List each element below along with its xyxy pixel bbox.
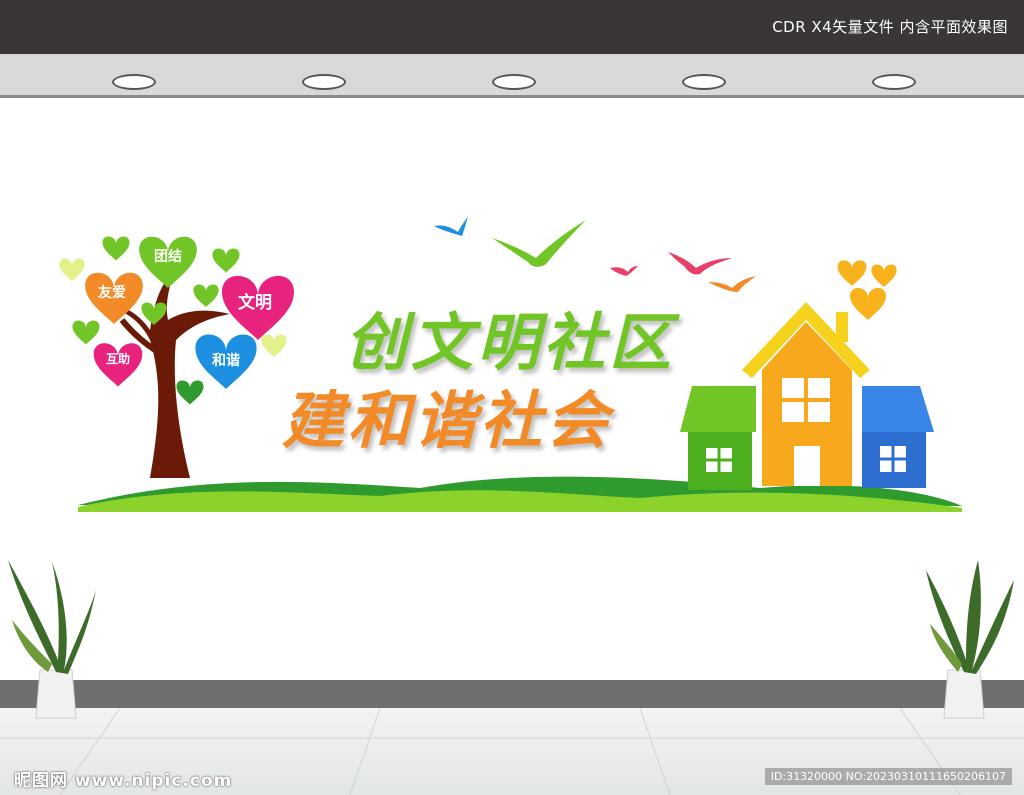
heart-label-youai: 友爱 — [98, 285, 126, 301]
watermark-id: ID:31320000 NO:20230310111650206107 — [764, 768, 1012, 785]
heart-label-tuanjie: 团结 — [154, 249, 182, 265]
heart-icon — [837, 260, 897, 320]
bird-icon — [434, 216, 756, 292]
slogan-line-1: 创文明社区 — [345, 306, 676, 379]
house-icon — [680, 302, 934, 490]
heart-label-huzhu: 互助 — [106, 352, 131, 366]
plant-icon — [8, 560, 1014, 719]
watermark-site: 昵图网 www.nipic.com — [14, 771, 233, 791]
heart-label-wenming: 文明 — [238, 293, 272, 313]
slogan-line-2: 建和谐社会 — [282, 384, 613, 457]
heart-label-hexie: 和谐 — [212, 353, 240, 369]
